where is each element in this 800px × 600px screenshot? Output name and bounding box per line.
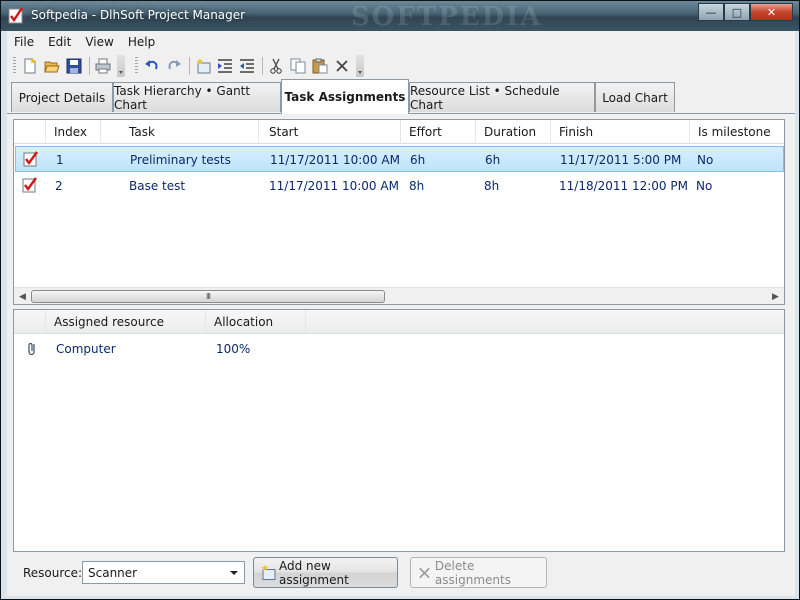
window-title: Softpedia - DlhSoft Project Manager bbox=[31, 8, 246, 22]
cell-milestone: No bbox=[696, 179, 713, 193]
redo-icon[interactable] bbox=[164, 56, 184, 76]
cell-effort: 8h bbox=[409, 179, 425, 193]
outdent-icon[interactable] bbox=[237, 56, 257, 76]
toolbar-overflow[interactable] bbox=[356, 55, 364, 77]
new-icon[interactable] bbox=[20, 56, 40, 76]
open-icon[interactable] bbox=[42, 56, 62, 76]
column-header-milestone[interactable]: Is milestone bbox=[690, 120, 784, 144]
cell-task: Base test bbox=[129, 179, 186, 193]
window-controls: — □ ✕ bbox=[698, 3, 793, 21]
add-assignment-icon bbox=[261, 564, 276, 580]
table-row[interactable]: 2 Base test 11/17/2011 10:00 AM 8h 8h 11… bbox=[15, 173, 784, 199]
cell-index: 1 bbox=[56, 153, 64, 167]
column-header-effort[interactable]: Effort bbox=[401, 120, 476, 144]
scroll-left-icon[interactable]: ◀ bbox=[14, 288, 31, 305]
toolbar-grip[interactable] bbox=[13, 57, 16, 75]
app-icon bbox=[8, 7, 23, 24]
tab-task-assignments[interactable]: Task Assignments bbox=[281, 79, 409, 114]
column-header-task[interactable]: Task bbox=[121, 120, 259, 144]
tab-load-chart[interactable]: Load Chart bbox=[595, 82, 675, 112]
column-header-allocation[interactable]: Allocation bbox=[206, 310, 306, 334]
minimize-button[interactable]: — bbox=[698, 3, 724, 21]
toolbar-overflow[interactable] bbox=[117, 55, 125, 77]
column-header-index[interactable]: Index bbox=[46, 120, 101, 144]
print-icon[interactable] bbox=[93, 56, 113, 76]
title-bar[interactable]: SOFTPEDIA Softpedia - DlhSoft Project Ma… bbox=[1, 1, 799, 32]
table-row[interactable]: 1 Preliminary tests 11/17/2011 10:00 AM … bbox=[15, 146, 784, 172]
cell-index: 2 bbox=[55, 179, 63, 193]
tab-project-details[interactable]: Project Details bbox=[11, 82, 113, 112]
delete-icon[interactable] bbox=[332, 56, 352, 76]
column-header-duration[interactable]: Duration bbox=[476, 120, 551, 144]
column-header-start[interactable]: Start bbox=[261, 120, 401, 144]
paste-icon[interactable] bbox=[310, 56, 330, 76]
assignment-actions-bar: Resource: Scanner Add new assignment Del… bbox=[7, 554, 795, 594]
add-assignment-label: Add new assignment bbox=[278, 558, 349, 587]
delete-assignments-button[interactable]: Delete assignments bbox=[410, 557, 547, 588]
maximize-button[interactable]: □ bbox=[724, 3, 750, 21]
cut-icon[interactable] bbox=[266, 56, 286, 76]
toolbar-separator bbox=[89, 57, 90, 75]
column-header-finish[interactable]: Finish bbox=[551, 120, 690, 144]
add-task-icon[interactable] bbox=[193, 56, 213, 76]
cell-finish: 11/18/2011 12:00 PM bbox=[559, 179, 688, 193]
close-button[interactable]: ✕ bbox=[750, 3, 793, 21]
assignment-grid: Assigned resource Allocation Computer 10… bbox=[13, 309, 785, 552]
menu-file[interactable]: File bbox=[7, 35, 41, 49]
toolbar-grip[interactable] bbox=[135, 57, 138, 75]
undo-icon[interactable] bbox=[142, 56, 162, 76]
menu-view[interactable]: View bbox=[78, 35, 120, 49]
toolbar-strip-edit bbox=[135, 54, 364, 78]
toolbar bbox=[7, 52, 795, 79]
menu-edit[interactable]: Edit bbox=[41, 35, 78, 49]
scroll-right-icon[interactable]: ▶ bbox=[767, 288, 784, 305]
paperclip-icon bbox=[28, 342, 35, 356]
cell-duration: 8h bbox=[484, 179, 500, 193]
resource-label: Resource: bbox=[23, 566, 83, 580]
tab-resource-schedule[interactable]: Resource List • Schedule Chart bbox=[409, 82, 595, 112]
tab-task-hierarchy-gantt[interactable]: Task Hierarchy • Gantt Chart bbox=[113, 82, 281, 112]
toolbar-separator bbox=[262, 57, 263, 75]
resource-dropdown-value: Scanner bbox=[88, 566, 138, 580]
horizontal-scrollbar[interactable]: ◀ III ▶ bbox=[14, 287, 784, 304]
cell-start: 11/17/2011 10:00 AM bbox=[269, 179, 399, 193]
cell-milestone: No bbox=[697, 153, 714, 167]
watermark: SOFTPEDIA bbox=[351, 2, 543, 32]
save-icon[interactable] bbox=[64, 56, 84, 76]
task-assignments-panel: Index Task Start Effort Duration Finish … bbox=[7, 113, 795, 596]
toolbar-strip-file bbox=[13, 54, 125, 78]
task-grid: Index Task Start Effort Duration Finish … bbox=[13, 119, 785, 305]
toolbar-separator bbox=[189, 57, 190, 75]
menu-help[interactable]: Help bbox=[121, 35, 162, 49]
task-icon bbox=[23, 151, 38, 167]
scroll-thumb[interactable]: III bbox=[31, 290, 385, 303]
copy-icon[interactable] bbox=[288, 56, 308, 76]
cell-start: 11/17/2011 10:00 AM bbox=[270, 153, 400, 167]
cell-finish: 11/17/2011 5:00 PM bbox=[560, 153, 682, 167]
icon-column-header bbox=[14, 310, 46, 334]
icon-column-header bbox=[14, 120, 46, 144]
resource-dropdown[interactable]: Scanner bbox=[82, 561, 245, 584]
assignment-grid-header: Assigned resource Allocation bbox=[14, 310, 784, 334]
cell-task: Preliminary tests bbox=[130, 153, 231, 167]
task-grid-header: Index Task Start Effort Duration Finish … bbox=[14, 120, 784, 144]
delete-icon bbox=[419, 567, 430, 578]
column-header-assigned-resource[interactable]: Assigned resource bbox=[46, 310, 206, 334]
delete-assignments-label: Delete assignments bbox=[434, 558, 511, 587]
table-row[interactable]: Computer 100% bbox=[15, 336, 784, 362]
indent-icon[interactable] bbox=[215, 56, 235, 76]
add-assignment-button[interactable]: Add new assignment bbox=[253, 557, 398, 588]
tab-strip: Project Details Task Hierarchy • Gantt C… bbox=[7, 79, 795, 114]
cell-allocation: 100% bbox=[216, 342, 251, 356]
chevron-down-icon bbox=[230, 571, 238, 575]
app-window: SOFTPEDIA Softpedia - DlhSoft Project Ma… bbox=[0, 0, 800, 600]
cell-duration: 6h bbox=[485, 153, 501, 167]
cell-effort: 6h bbox=[410, 153, 426, 167]
menu-bar: File Edit View Help bbox=[7, 31, 795, 52]
cell-assigned-resource: Computer bbox=[56, 342, 116, 356]
task-icon bbox=[22, 177, 37, 193]
